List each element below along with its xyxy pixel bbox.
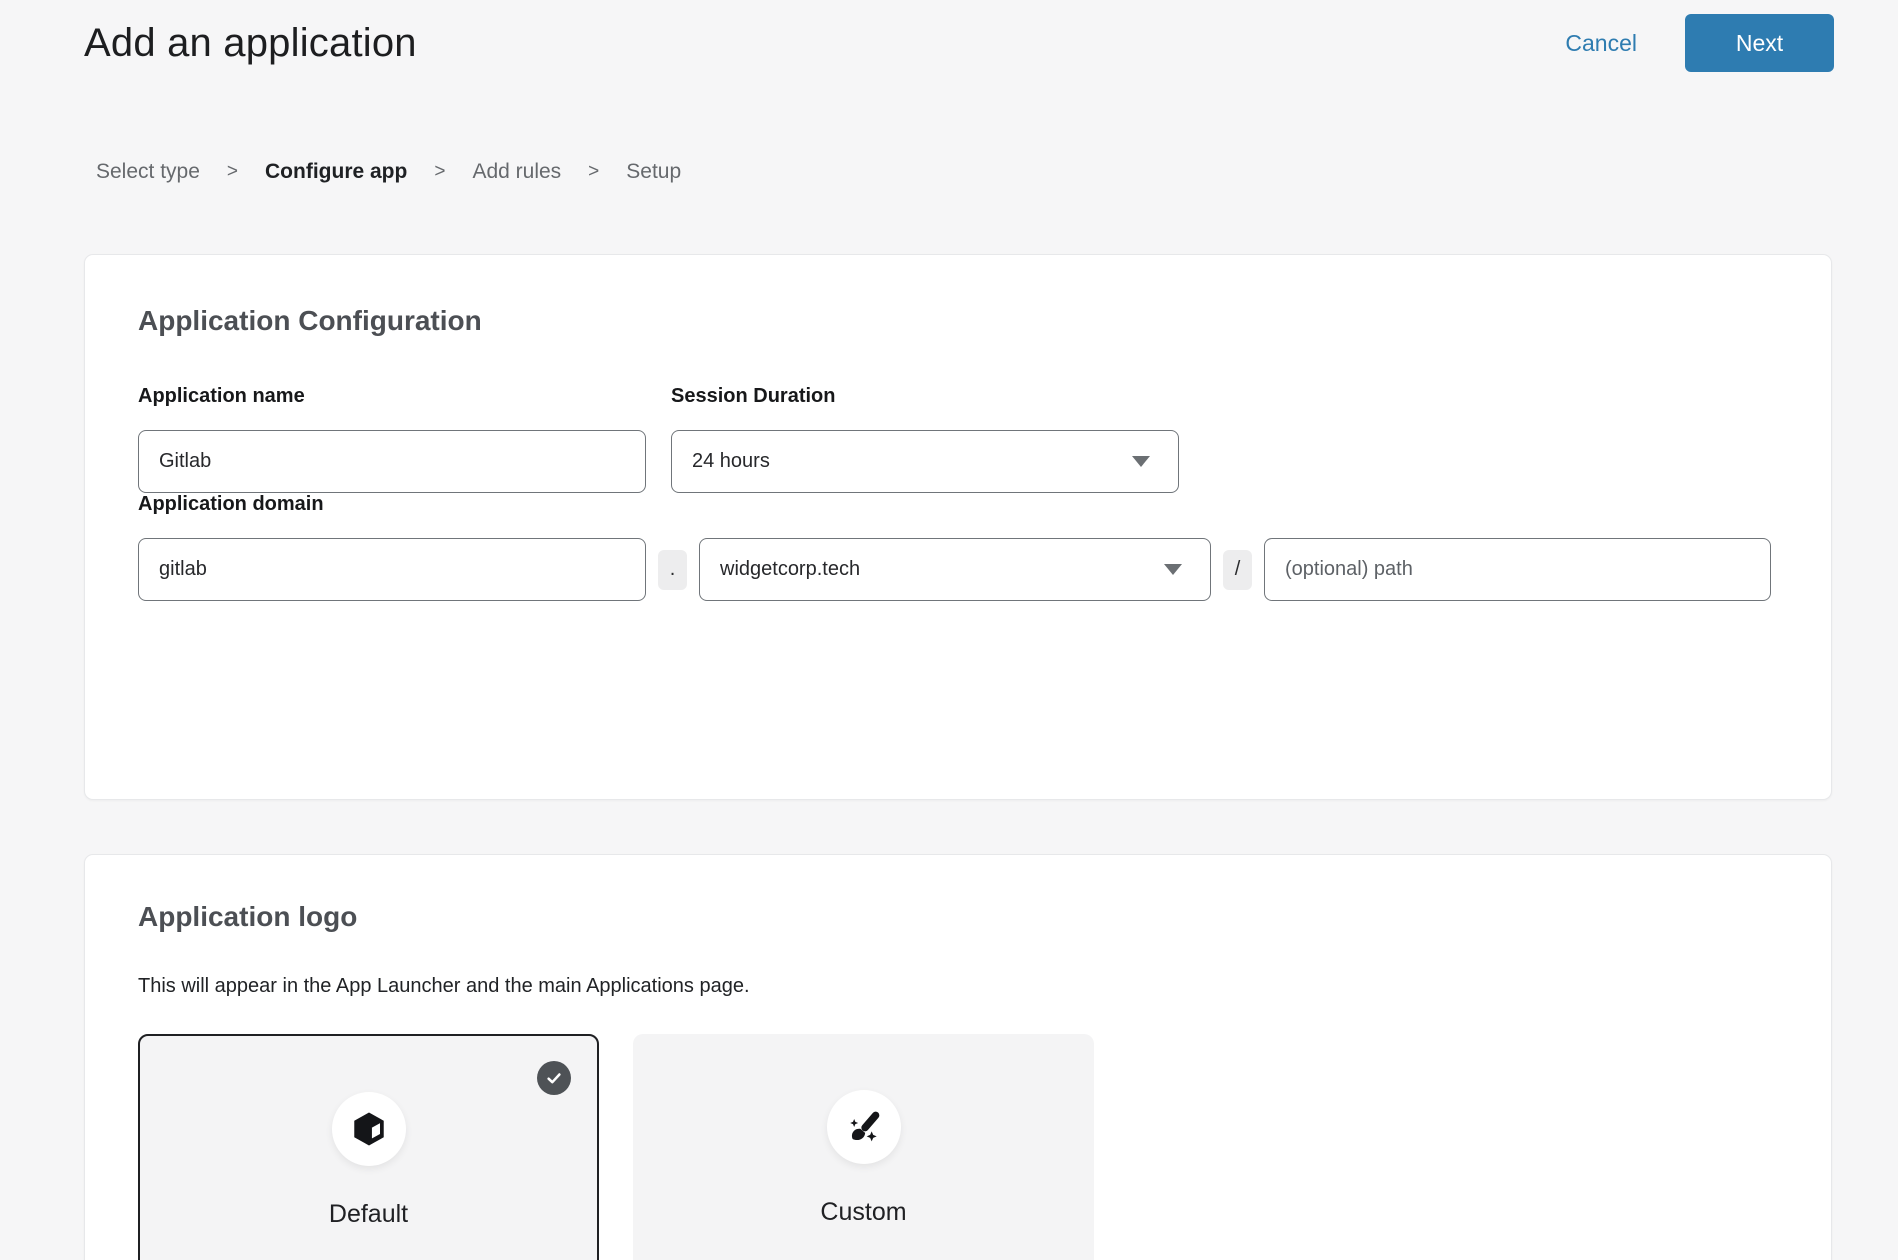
header-actions: Cancel Next (1565, 14, 1834, 72)
session-duration-select[interactable]: 24 hours (671, 430, 1179, 493)
breadcrumb-step-select-type[interactable]: Select type (96, 160, 200, 184)
default-logo-circle (332, 1092, 406, 1166)
logo-option-default[interactable]: Default (138, 1034, 599, 1260)
breadcrumb-step-setup[interactable]: Setup (626, 160, 681, 184)
breadcrumb-separator: > (588, 161, 599, 183)
domain-select[interactable]: widgetcorp.tech (699, 538, 1211, 601)
cancel-button[interactable]: Cancel (1565, 30, 1637, 57)
check-icon (544, 1068, 564, 1088)
domain-select-value: widgetcorp.tech (720, 558, 860, 581)
paintbrush-icon (844, 1107, 884, 1147)
application-domain-row: . widgetcorp.tech / (138, 538, 1775, 601)
application-logo-card: Application logo This will appear in the… (84, 854, 1832, 1260)
session-duration-label: Session Duration (671, 385, 1179, 408)
selected-check-badge (537, 1061, 571, 1095)
session-duration-field-group: Session Duration 24 hours (671, 385, 1179, 493)
chevron-down-icon (1164, 564, 1182, 575)
wizard-breadcrumb: Select type > Configure app > Add rules … (96, 160, 1898, 184)
application-configuration-card: Application Configuration Application na… (84, 254, 1832, 800)
path-input[interactable] (1264, 538, 1771, 601)
page-title: Add an application (84, 21, 417, 66)
logo-option-custom[interactable]: Custom (633, 1034, 1094, 1260)
breadcrumb-separator: > (227, 161, 238, 183)
application-domain-label: Application domain (138, 493, 324, 515)
application-name-label: Application name (138, 385, 646, 408)
application-name-field-group: Application name (138, 385, 646, 493)
logo-option-label: Default (329, 1200, 408, 1229)
application-name-input[interactable] (138, 430, 646, 493)
configuration-card-heading: Application Configuration (138, 305, 1775, 337)
cube-icon (350, 1110, 388, 1148)
custom-logo-circle (827, 1090, 901, 1164)
dot-separator: . (658, 550, 687, 590)
page-header: Add an application Cancel Next (0, 0, 1898, 72)
logo-card-description: This will appear in the App Launcher and… (138, 975, 1775, 998)
subdomain-input[interactable] (138, 538, 646, 601)
next-button[interactable]: Next (1685, 14, 1834, 72)
slash-separator: / (1223, 550, 1252, 590)
logo-card-heading: Application logo (138, 901, 1775, 933)
session-duration-value: 24 hours (692, 450, 770, 473)
name-duration-row: Application name Session Duration 24 hou… (138, 385, 1775, 493)
breadcrumb-separator: > (434, 161, 445, 183)
logo-option-label: Custom (820, 1198, 906, 1227)
logo-option-tiles: Default Custom (138, 1034, 1775, 1260)
breadcrumb-step-add-rules[interactable]: Add rules (472, 160, 561, 184)
chevron-down-icon (1132, 456, 1150, 467)
breadcrumb-step-configure-app[interactable]: Configure app (265, 160, 407, 184)
